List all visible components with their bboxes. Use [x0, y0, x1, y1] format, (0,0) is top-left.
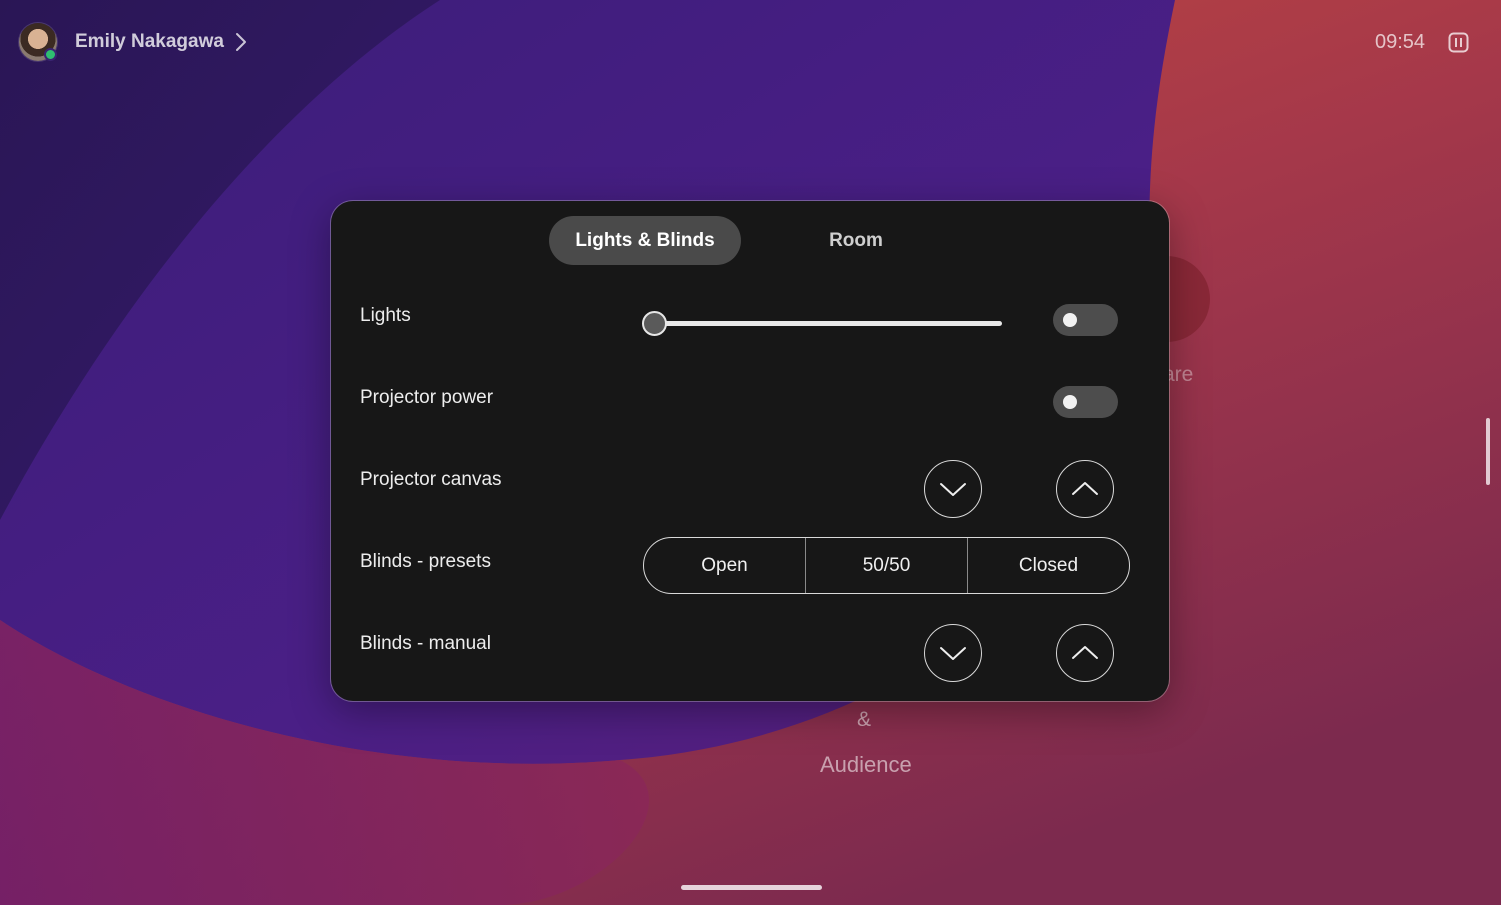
slider-track	[654, 321, 1002, 326]
toggle-knob	[1063, 395, 1077, 409]
lights-slider[interactable]	[642, 309, 1002, 339]
chevron-right-icon	[235, 33, 246, 51]
user-name: Emily Nakagawa	[75, 31, 224, 52]
lights-label: Lights	[360, 305, 411, 326]
blinds-presets-label: Blinds - presets	[360, 551, 491, 572]
blinds-preset-closed-button[interactable]: Closed	[967, 538, 1129, 593]
tab-lights-blinds[interactable]: Lights & Blinds	[549, 216, 741, 265]
projector-power-toggle[interactable]	[1053, 386, 1118, 418]
blinds-presets-segmented-control: Open 50/50 Closed	[643, 537, 1130, 594]
clock: 09:54	[1375, 31, 1426, 53]
slider-thumb[interactable]	[642, 311, 667, 336]
projector-canvas-up-button[interactable]	[1056, 460, 1114, 518]
chevron-down-icon	[940, 483, 966, 496]
room-controls-panel: Lights & Blinds Room Lights Projector po…	[331, 201, 1169, 701]
background-audience-label: Audience	[820, 752, 912, 777]
projector-canvas-down-button[interactable]	[924, 460, 982, 518]
blinds-manual-up-button[interactable]	[1056, 624, 1114, 682]
projector-canvas-label: Projector canvas	[360, 469, 502, 490]
blinds-manual-label: Blinds - manual	[360, 633, 491, 654]
avatar	[19, 23, 57, 61]
scroll-indicator[interactable]	[1486, 418, 1490, 485]
lights-toggle[interactable]	[1053, 304, 1118, 336]
chevron-up-icon	[1072, 482, 1098, 495]
toggle-knob	[1063, 313, 1077, 327]
background-amp-label: &	[857, 708, 872, 731]
user-profile-button[interactable]: Emily Nakagawa	[19, 23, 248, 61]
projector-power-label: Projector power	[360, 387, 494, 408]
blinds-preset-open-button[interactable]: Open	[644, 538, 805, 593]
blinds-manual-down-button[interactable]	[924, 624, 982, 682]
tab-room[interactable]: Room	[791, 216, 921, 265]
home-indicator[interactable]	[681, 885, 822, 890]
blinds-preset-half-button[interactable]: 50/50	[805, 538, 967, 593]
layout-icon[interactable]	[1448, 32, 1469, 53]
chevron-down-icon	[940, 647, 966, 660]
chevron-up-icon	[1072, 646, 1098, 659]
presence-indicator	[44, 48, 57, 61]
